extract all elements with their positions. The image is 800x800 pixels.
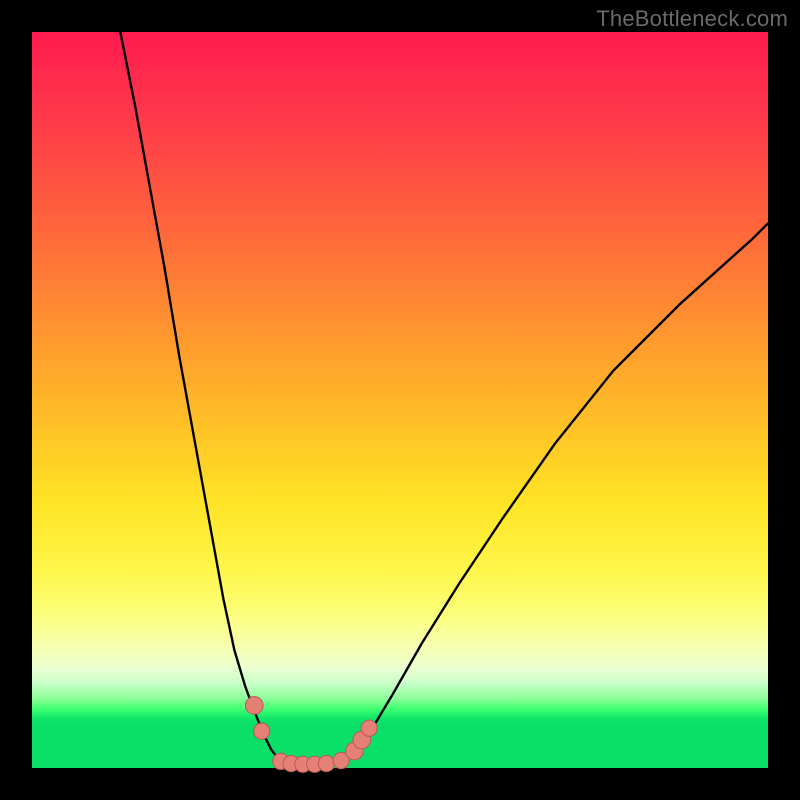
data-marker [361,720,377,736]
chart-svg [32,32,768,768]
plot-area [32,32,768,768]
data-marker [245,697,263,715]
outer-frame: TheBottleneck.com [0,0,800,800]
data-marker [318,755,334,771]
data-marker [254,723,270,739]
marker-layer [245,697,377,773]
watermark-text: TheBottleneck.com [596,6,788,32]
bottleneck-curve [120,32,768,765]
curve-layer [120,32,768,765]
